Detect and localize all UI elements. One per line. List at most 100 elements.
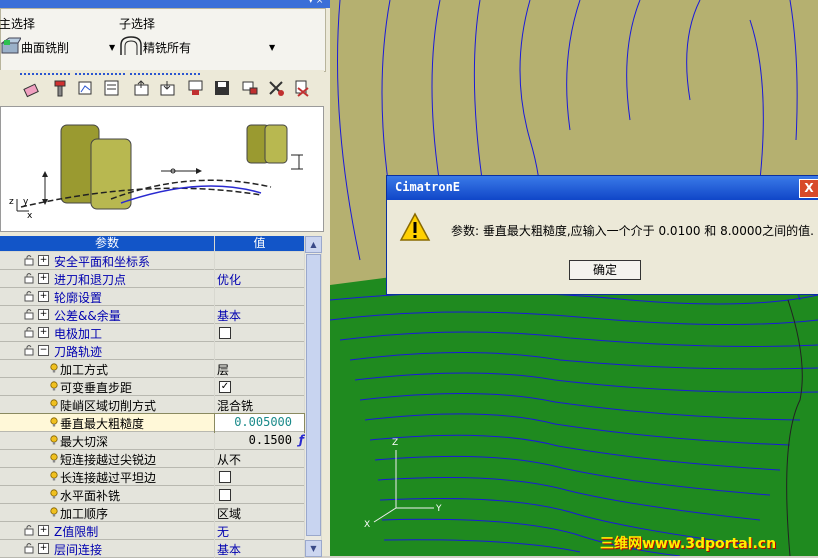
param-name-cell[interactable]: 长连接越过平坦边	[0, 468, 214, 486]
export-icon[interactable]	[132, 78, 152, 98]
tool-icon[interactable]	[50, 78, 70, 98]
param-value-cell[interactable]	[215, 252, 304, 270]
chevron-down-icon[interactable]: ▼	[109, 43, 115, 52]
geometry-icon[interactable]	[76, 78, 96, 98]
grid-row[interactable]: 垂直最大粗糙度 0.005000	[0, 413, 305, 433]
grid-row[interactable]: + 公差&&余量 基本	[0, 306, 304, 324]
scroll-up-icon[interactable]: ▲	[305, 236, 322, 253]
param-name-cell[interactable]: − 刀路轨迹	[0, 342, 214, 360]
param-value-cell[interactable]: 0.1500 ƒ	[215, 432, 304, 450]
grid-row[interactable]: + 轮廓设置	[0, 288, 304, 306]
grid-row[interactable]: 加工顺序 区域	[0, 504, 304, 522]
chevron-down-icon[interactable]: ▼	[269, 43, 275, 52]
delete-icon[interactable]	[292, 78, 312, 98]
param-value-cell[interactable]: 区域	[215, 504, 304, 522]
param-name-cell[interactable]: + 进刀和退刀点	[0, 270, 214, 288]
param-value-cell[interactable]: 优化	[215, 270, 304, 288]
expand-icon[interactable]: +	[38, 309, 49, 320]
param-name-cell[interactable]: 水平面补铣	[0, 486, 214, 504]
grid-row[interactable]: 长连接越过平坦边	[0, 468, 304, 486]
grid-row[interactable]: + 安全平面和坐标系	[0, 252, 304, 270]
param-value-cell[interactable]	[215, 342, 304, 360]
param-value-cell[interactable]: ✓	[215, 378, 304, 396]
axis-y-label: y	[23, 197, 29, 207]
param-value-cell[interactable]: 基本	[215, 540, 304, 558]
grid-row[interactable]: 短连接越过尖锐边 从不	[0, 450, 304, 468]
param-name-cell[interactable]: 短连接越过尖锐边	[0, 450, 214, 468]
machine-icon[interactable]	[240, 78, 260, 98]
param-name-cell[interactable]: + 层间连接	[0, 540, 214, 558]
sub-select[interactable]: 精铣所有 ▼	[119, 35, 279, 57]
expand-icon[interactable]: +	[38, 255, 49, 266]
formula-icon[interactable]: ƒ	[299, 433, 304, 447]
grid-row[interactable]: 最大切深 0.1500 ƒ	[0, 432, 304, 450]
grid-row[interactable]: 可变垂直步距 ✓	[0, 378, 304, 396]
expand-icon[interactable]: +	[38, 327, 49, 338]
tools-icon[interactable]	[266, 78, 286, 98]
param-value-cell[interactable]: 无	[215, 522, 304, 540]
bulb-icon	[50, 453, 58, 463]
column-header-value[interactable]: 值	[215, 236, 304, 251]
scrollbar[interactable]: ▲ ▼	[305, 236, 322, 557]
param-name: 垂直最大粗糙度	[60, 417, 145, 431]
param-name-cell[interactable]: + 安全平面和坐标系	[0, 252, 214, 270]
sub-select-label: 子选择	[119, 17, 156, 31]
ok-button[interactable]: 确定	[569, 260, 641, 280]
main-select[interactable]: 曲面铣削 ▼	[1, 35, 121, 57]
grid-row[interactable]: + Z值限制 无	[0, 522, 304, 540]
parameters-icon[interactable]	[102, 78, 122, 98]
checkbox-checked[interactable]: ✓	[219, 381, 231, 393]
param-value-cell[interactable]	[215, 486, 304, 504]
dialog-close-button[interactable]: X	[799, 179, 818, 198]
grid-row[interactable]: 陡峭区域切削方式 混合铣	[0, 396, 304, 414]
param-value-cell[interactable]: 混合铣	[215, 396, 304, 414]
param-value-cell[interactable]	[215, 324, 304, 342]
param-value-cell[interactable]: 从不	[215, 450, 304, 468]
collapse-icon[interactable]: −	[38, 345, 49, 356]
dialog-titlebar[interactable]: CimatronE X	[387, 176, 818, 200]
param-value-cell[interactable]: 基本	[215, 306, 304, 324]
param-value-cell[interactable]: 层	[215, 360, 304, 378]
panel-close-icon[interactable]: ▾ ×	[306, 0, 326, 6]
expand-icon[interactable]: +	[38, 525, 49, 536]
param-name-cell[interactable]: + Z值限制	[0, 522, 214, 540]
param-name: 公差&&余量	[54, 309, 121, 323]
checkbox[interactable]	[219, 489, 231, 501]
grid-row[interactable]: + 电极加工	[0, 324, 304, 342]
param-name-cell[interactable]: 最大切深	[0, 432, 214, 450]
expand-icon[interactable]: +	[38, 543, 49, 554]
axis-x-label: x	[27, 211, 33, 221]
import-icon[interactable]	[158, 78, 178, 98]
grid-row[interactable]: − 刀路轨迹	[0, 342, 304, 360]
param-name-cell[interactable]: + 轮廓设置	[0, 288, 214, 306]
param-name-cell[interactable]: + 公差&&余量	[0, 306, 214, 324]
param-value-cell[interactable]	[215, 288, 304, 306]
erase-icon[interactable]	[22, 78, 42, 98]
column-header-parameter[interactable]: 参数	[0, 236, 214, 251]
param-name-cell[interactable]: 可变垂直步距	[0, 378, 214, 396]
param-name-cell[interactable]: 陡峭区域切削方式	[0, 396, 214, 414]
scroll-thumb[interactable]	[306, 254, 321, 536]
expand-icon[interactable]: +	[38, 291, 49, 302]
param-name-cell[interactable]: + 电极加工	[0, 324, 214, 342]
grid-row[interactable]: 水平面补铣	[0, 486, 304, 504]
simulate-icon[interactable]	[186, 78, 206, 98]
roughness-input[interactable]: 0.005000	[234, 415, 292, 429]
grid-row[interactable]: + 进刀和退刀点 优化	[0, 270, 304, 288]
scroll-down-icon[interactable]: ▼	[305, 540, 322, 557]
grid-row[interactable]: + 层间连接 基本	[0, 540, 304, 558]
save-icon[interactable]	[212, 78, 232, 98]
checkbox[interactable]	[219, 471, 231, 483]
param-value-cell[interactable]: 0.005000	[214, 413, 305, 433]
expand-icon[interactable]: +	[38, 273, 49, 284]
checkbox[interactable]	[219, 327, 231, 339]
grid-row[interactable]: 加工方式 层	[0, 360, 304, 378]
view-axis-z-label: Z	[392, 438, 399, 448]
param-name-cell[interactable]: 垂直最大粗糙度	[0, 413, 215, 433]
param-name-cell[interactable]: 加工顺序	[0, 504, 214, 522]
parameter-grid: 参数 值 + 安全平面和坐标系 + 进刀和退刀点 优化 + 轮廓设置 + 公差&&余量 基本 + 电极…	[0, 236, 322, 558]
lock-icon	[24, 543, 34, 554]
param-name-cell[interactable]: 加工方式	[0, 360, 214, 378]
param-value-cell[interactable]	[215, 468, 304, 486]
bulb-icon	[50, 363, 58, 373]
